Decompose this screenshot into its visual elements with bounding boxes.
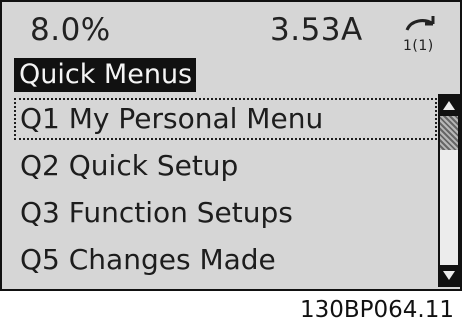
setup-cycle-icon: 1(1) [403, 16, 435, 54]
scroll-up-button[interactable] [440, 96, 458, 116]
menu-item-my-personal-menu[interactable]: Q1 My Personal Menu [14, 98, 437, 140]
scroll-thumb[interactable] [440, 116, 458, 150]
lcd-display: 8.0% 3.53A 1(1) Quick Menus Q1 My Person… [0, 0, 462, 291]
status-current: 3.53A [270, 12, 363, 48]
figure-reference-code: 130BP064.11 [299, 297, 454, 323]
status-row: 8.0% 3.53A 1(1) [2, 12, 460, 54]
menu-item-changes-made[interactable]: Q5 Changes Made [14, 239, 276, 281]
menu-scrollbar[interactable] [438, 94, 460, 287]
status-percentage: 8.0% [30, 12, 111, 48]
scroll-up-arrow-icon [443, 101, 455, 110]
quick-menu-list[interactable]: Q1 My Personal Menu Q2 Quick Setup Q3 Fu… [14, 98, 437, 288]
menu-item-quick-setup[interactable]: Q2 Quick Setup [14, 145, 238, 187]
scroll-down-button[interactable] [440, 265, 458, 285]
menu-item-function-setups[interactable]: Q3 Function Setups [14, 192, 293, 234]
scroll-down-arrow-icon [443, 271, 455, 280]
quick-menus-title: Quick Menus [14, 58, 197, 92]
setup-indicator-label: 1(1) [403, 38, 434, 54]
